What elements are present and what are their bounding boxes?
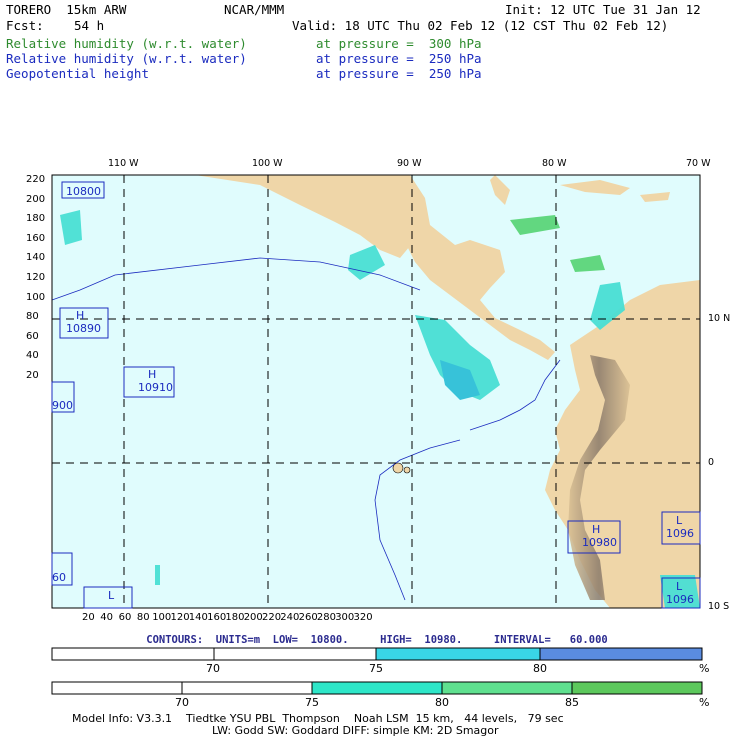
colorbar-2-unit: % [699, 696, 710, 709]
colorbar-2-tick: 85 [565, 696, 579, 709]
colorbar-2-tick: 70 [175, 696, 189, 709]
colorbar-1-tick: 70 [206, 662, 220, 675]
colorbar-1 [51, 647, 703, 661]
colorbar-1-tick: 75 [369, 662, 383, 675]
model-info-line-2: LW: Godd SW: Goddard DIFF: simple KM: 2D… [212, 724, 499, 737]
colorbar-2 [51, 681, 703, 695]
colorbar-1-unit: % [699, 662, 710, 675]
colorbar-2-tick: 75 [305, 696, 319, 709]
colorbar-1-tick: 80 [533, 662, 547, 675]
colorbars [51, 647, 703, 695]
colorbar-2-tick: 80 [435, 696, 449, 709]
